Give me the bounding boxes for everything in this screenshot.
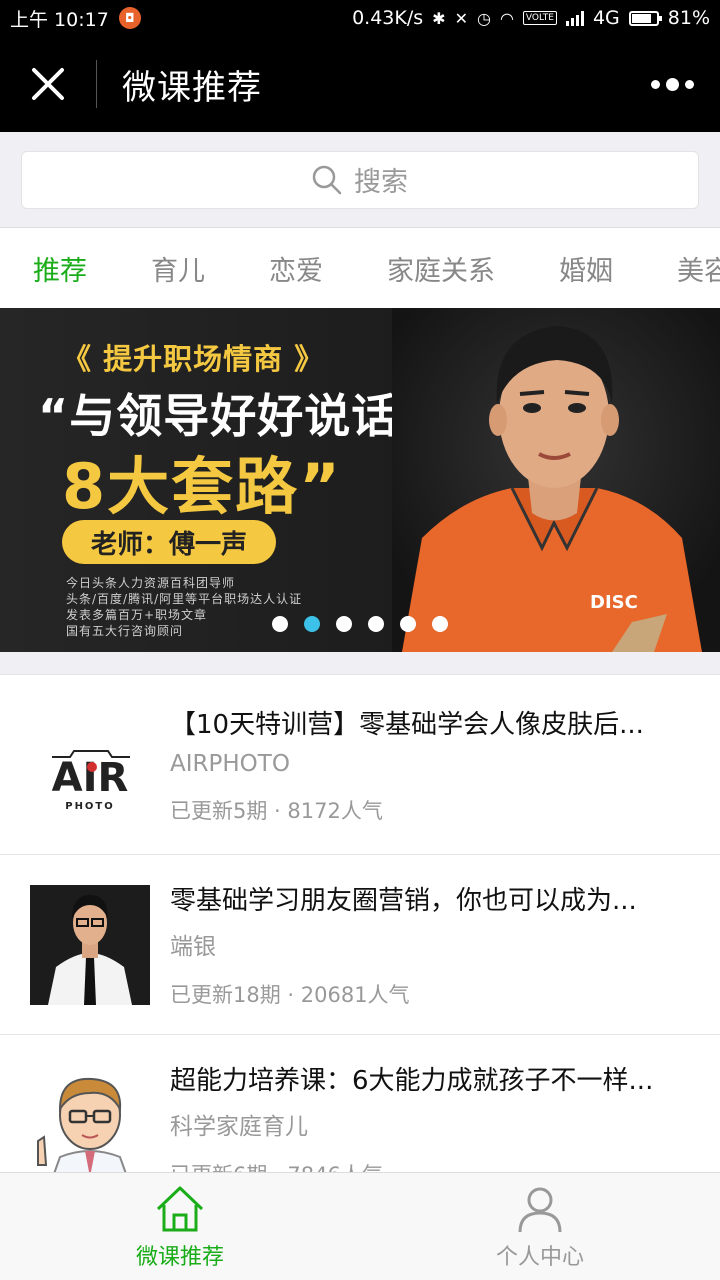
signal-icon (565, 10, 584, 26)
tab-0[interactable]: 推荐 (0, 249, 119, 288)
course-author: AIRPHOTO (170, 751, 290, 777)
more-dot-icon (650, 79, 660, 89)
network-type: 4G (592, 7, 620, 29)
home-icon (156, 1186, 204, 1231)
wifi-icon: ◠ (499, 8, 514, 28)
logo-subtext: PHOTO (65, 801, 115, 812)
carousel-dots[interactable] (272, 616, 448, 632)
tab-label: 个人中心 (495, 1244, 584, 1270)
carousel-dot[interactable] (304, 616, 320, 632)
close-icon (32, 68, 64, 100)
bluetooth-icon: ✱ (432, 8, 446, 28)
course-author: 科学家庭育儿 (170, 1114, 308, 1140)
logo-text: AIR (52, 755, 129, 801)
battery-icon (628, 10, 662, 26)
status-time: 上午 10:17 (10, 8, 109, 31)
carousel-dot[interactable] (432, 616, 448, 632)
status-bar: 上午 10:17 ◘ 0.43K/s ✱ ✕ ◷ ◠ VOLTE 4G 81% (0, 0, 720, 36)
banner-note: 头条/百度/腾讯/阿里等平台职场达人认证 (66, 592, 303, 606)
carousel-dot[interactable] (272, 616, 288, 632)
search-icon (312, 165, 342, 194)
airphoto-logo: AIR PHOTO (30, 704, 150, 825)
shirt-logo: DISC (590, 592, 638, 613)
course-thumbnail (30, 884, 150, 1005)
tab-3[interactable]: 家庭关系 (355, 249, 527, 288)
tab-personal-center[interactable]: 个人中心 (360, 1173, 720, 1280)
more-dot-icon (684, 79, 694, 89)
list-item[interactable]: 零基础学习朋友圈营销，你也可以成为... 端银 已更新18期 · 20681人气 (0, 854, 720, 1034)
course-title: 【10天特训营】零基础学会人像皮肤后... (170, 710, 644, 740)
course-author: 端银 (170, 934, 216, 960)
person-icon (518, 1187, 562, 1232)
tab-5[interactable]: 美容 (645, 249, 720, 288)
banner-teacher: 老师：傅一声 (62, 520, 276, 564)
tab-label: 微课推荐 (135, 1244, 224, 1270)
search-placeholder: 搜索 (354, 167, 408, 198)
search-area: 搜索 (0, 132, 720, 228)
cartoon-doctor-avatar (30, 1064, 150, 1185)
teacher-photo: DISC (392, 308, 720, 652)
carousel-dot[interactable] (368, 616, 384, 632)
carousel-dot[interactable] (336, 616, 352, 632)
list-item[interactable]: AIR PHOTO 【10天特训营】零基础学会人像皮肤后... AIRPHOTO… (0, 674, 720, 854)
course-list: AIR PHOTO 【10天特训营】零基础学会人像皮肤后... AIRPHOTO… (0, 674, 720, 1214)
course-title: 零基础学习朋友圈营销，你也可以成为... (170, 886, 637, 916)
alarm-icon: ◷ (476, 8, 491, 28)
tab-2[interactable]: 恋爱 (237, 249, 355, 288)
network-speed: 0.43K/s (352, 7, 424, 29)
course-title: 超能力培养课：6大能力成就孩子不一样... (170, 1066, 654, 1096)
close-button[interactable] (0, 36, 96, 132)
carousel-dot[interactable] (400, 616, 416, 632)
course-meta: 已更新18期 · 20681人气 (170, 983, 410, 1007)
course-thumbnail: AIR PHOTO (30, 704, 150, 825)
banner-note: 发表多篇百万+职场文章 (66, 608, 208, 622)
section-gap (0, 652, 720, 674)
notification-icon: ◘ (118, 7, 141, 29)
bottom-tab-bar: 微课推荐 个人中心 (0, 1172, 720, 1280)
course-meta: 已更新5期 · 8172人气 (170, 799, 383, 823)
more-button[interactable] (624, 36, 720, 132)
banner-note: 国有五大行咨询顾问 (66, 624, 184, 638)
banner-subtitle: 《 提升职场情商 》 (62, 342, 325, 376)
promo-banner[interactable]: 《 提升职场情商 》 “与领导好好说话的 8大套路” 老师：傅一声 今日头条人力… (0, 308, 720, 652)
search-input[interactable]: 搜索 (21, 150, 699, 209)
volte-badge: VOLTE (522, 11, 557, 25)
page-title: 微课推荐 (122, 67, 262, 108)
tab-4[interactable]: 婚姻 (527, 249, 645, 288)
tab-course-recommend[interactable]: 微课推荐 (0, 1173, 360, 1280)
battery-percent: 81% (667, 7, 710, 29)
banner-note: 今日头条人力资源百科团导师 (66, 576, 236, 590)
nav-divider (96, 60, 97, 108)
banner-headline-2: 8大套路” (62, 450, 342, 523)
nav-bar: 微课推荐 (0, 36, 720, 132)
mute-icon: ✕ (454, 8, 468, 28)
course-thumbnail (30, 1064, 150, 1185)
category-tabs: 推荐 育儿 恋爱 家庭关系 婚姻 美容 (0, 229, 720, 308)
tab-1[interactable]: 育儿 (119, 249, 237, 288)
more-dot-icon (665, 77, 679, 91)
author-photo (30, 884, 150, 1005)
